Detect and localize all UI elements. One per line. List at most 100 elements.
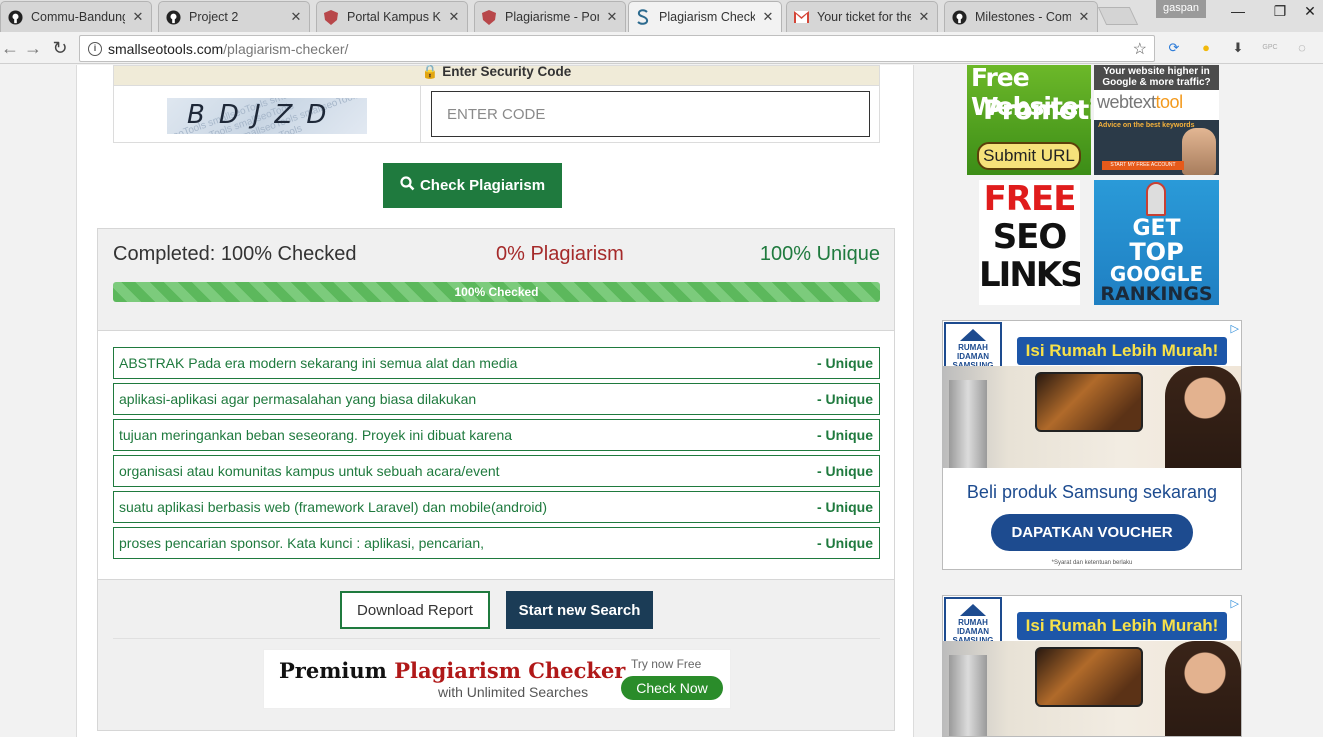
close-icon[interactable]: ✕ (761, 9, 775, 25)
info-icon[interactable]: i (88, 41, 102, 56)
sentence-result: proses pencarian sponsor. Kata kunci : a… (113, 527, 880, 559)
ad-samsung-1[interactable]: RUMAH IDAMAN SAMSUNG ▷ Isi Rumah Lebih M… (942, 320, 1242, 570)
smallseotools-icon (635, 9, 651, 25)
ad-webtext-brand-a: webtext (1097, 92, 1156, 112)
sentence-status: - Unique (817, 463, 873, 479)
start-new-search-button[interactable]: Start new Search (506, 591, 653, 629)
captcha-text: BDJZD (187, 100, 341, 130)
browser-tab-3[interactable]: Portal Kampus Ke ✕ (316, 1, 468, 32)
close-icon[interactable]: ✕ (605, 9, 619, 25)
bookmark-star-icon[interactable]: ☆ (1133, 39, 1147, 59)
adchoices-icon[interactable]: ▷ (1231, 597, 1239, 610)
browser-tab-1[interactable]: Commu-Bandung ✕ (0, 1, 152, 32)
ad-submit-url-button[interactable]: Submit URL (977, 142, 1081, 170)
browser-tab-4[interactable]: Plagiarisme - Port ✕ (474, 1, 626, 32)
window-close-icon[interactable]: ✕ (1300, 3, 1320, 20)
sentence-result: tujuan meringankan beban seseorang. Proy… (113, 419, 880, 451)
tab-title: Plagiarism Checke (659, 10, 755, 24)
minimize-icon[interactable]: — (1228, 3, 1248, 19)
ad-webtext-brand: webtexttool (1097, 92, 1183, 113)
profile-badge[interactable]: gaspan (1156, 0, 1206, 18)
close-icon[interactable]: ✕ (917, 9, 931, 25)
divider (113, 638, 880, 639)
gmail-icon (793, 9, 809, 25)
browser-tab-7[interactable]: Milestones - Com ✕ (944, 1, 1098, 32)
premium-title: Premium Plagiarism Checker (279, 658, 625, 683)
browser-tab-2[interactable]: Project 2 ✕ (158, 1, 310, 32)
menu-extension-icon[interactable]: ◌ (1294, 40, 1310, 56)
download-extension-icon[interactable]: ⬇ (1230, 40, 1246, 56)
ad-webtexttool[interactable]: Your website higher in Google & more tra… (1094, 65, 1219, 175)
premium-word: Premium (279, 658, 387, 683)
sync-extension-icon[interactable]: ⟳ (1166, 40, 1182, 56)
unique-percent: 100% Unique (759, 243, 880, 265)
close-icon[interactable]: ✕ (1077, 9, 1091, 25)
ad-top-google-rankings[interactable]: GET TOP GOOGLE RANKINGS (1094, 180, 1219, 305)
ad-top-line2: TOP (1129, 238, 1184, 266)
sentence-result: aplikasi-aplikasi agar permasalahan yang… (113, 383, 880, 415)
premium-try-text: Try now Free (631, 657, 702, 671)
ad-top-line4: RANKINGS (1100, 283, 1213, 305)
browser-toolbar: ← → ↻ i smallseotools.com/plagiarism-che… (0, 32, 1323, 64)
ad-top-line1: GET (1132, 216, 1181, 241)
fridge-image (949, 380, 987, 468)
samsung-voucher-button[interactable]: DAPATKAN VOUCHER (991, 514, 1193, 551)
model-image (1165, 641, 1241, 736)
ad-free-seo-links[interactable]: FREE SEO LINKS (979, 180, 1080, 305)
samsung-body: Beli produk Samsung sekarang (966, 482, 1218, 502)
address-bar[interactable]: i smallseotools.com/plagiarism-checker/ … (79, 35, 1155, 62)
ad-webtext-button[interactable]: START MY FREE ACCOUNT (1102, 161, 1184, 170)
security-heading-text: Enter Security Code (442, 65, 572, 79)
progress-label: 100% Checked (454, 285, 539, 299)
restore-icon[interactable]: ❐ (1270, 3, 1290, 20)
captcha-image: seoTools smallseoTools smallseoTools smal… (167, 98, 367, 134)
premium-subtitle: with Unlimited Searches (438, 684, 589, 700)
ad-samsung-2[interactable]: RUMAH IDAMAN SAMSUNG ▷ Isi Rumah Lebih M… (942, 595, 1242, 737)
tv-image (1035, 647, 1143, 707)
sentence-result: ABSTRAK Pada era modern sekarang ini sem… (113, 347, 880, 379)
premium-product: Plagiarism Checker (394, 658, 626, 683)
ad-webtext-tag: Advice on the best keywords (1098, 122, 1195, 129)
captcha-cell: seoTools smallseoTools smallseoTools smal… (114, 86, 421, 143)
samsung-headline: Isi Rumah Lebih Murah! (1017, 337, 1227, 365)
url-path: /plagiarism-checker/ (223, 40, 349, 57)
tab-title: Project 2 (189, 10, 239, 24)
close-icon[interactable]: ✕ (447, 9, 461, 25)
tab-title: Milestones - Com (975, 10, 1071, 24)
completed-status: Completed: 100% Checked (113, 243, 357, 265)
new-tab-button[interactable] (1097, 7, 1139, 25)
back-icon[interactable]: ← (0, 38, 20, 58)
tv-image (1035, 372, 1143, 432)
samsung-fine-print: *Syarat dan ketentuan berlaku (1051, 560, 1133, 566)
lightbulb-extension-icon[interactable]: ● (1198, 40, 1214, 56)
premium-banner[interactable]: Premium Plagiarism Checker with Unlimite… (263, 649, 731, 709)
tab-title: Your ticket for the (817, 10, 911, 24)
ad-free-website-promotion[interactable]: Free Website Promotion Submit URL (967, 65, 1091, 175)
tab-strip: Commu-Bandung ✕ Project 2 ✕ Portal Kampu… (0, 0, 1323, 32)
browser-tab-5[interactable]: Plagiarism Checke ✕ (628, 1, 782, 32)
model-image (1165, 366, 1241, 468)
sentence-status: - Unique (817, 391, 873, 407)
check-plagiarism-button[interactable]: Check Plagiarism (383, 163, 562, 208)
plagiarism-percent: 0% Plagiarism (496, 243, 624, 265)
tab-title: Portal Kampus Ke (347, 10, 441, 24)
ad-free-line2: Promotion (983, 95, 1091, 126)
sentence-result: suatu aplikasi berbasis web (framework L… (113, 491, 880, 523)
gpc-extension-icon[interactable]: GPC (1262, 40, 1278, 56)
github-icon (7, 9, 23, 25)
samsung-room-image (943, 366, 1241, 468)
premium-check-now-button[interactable]: Check Now (621, 676, 723, 700)
ad-seo-line3: LINKS (979, 255, 1080, 295)
download-report-button[interactable]: Download Report (340, 591, 490, 629)
tab-title: Plagiarisme - Port (505, 10, 599, 24)
sentence-text: organisasi atau komunitas kampus untuk s… (119, 463, 500, 479)
browser-tab-6[interactable]: Your ticket for the ✕ (786, 1, 938, 32)
sentence-status: - Unique (817, 355, 873, 371)
close-icon[interactable]: ✕ (131, 9, 145, 25)
captcha-input[interactable] (431, 91, 870, 137)
close-icon[interactable]: ✕ (289, 9, 303, 25)
reload-icon[interactable]: ↻ (50, 38, 70, 58)
house-icon (960, 329, 986, 341)
forward-icon[interactable]: → (23, 38, 43, 58)
adchoices-icon[interactable]: ▷ (1231, 322, 1239, 335)
